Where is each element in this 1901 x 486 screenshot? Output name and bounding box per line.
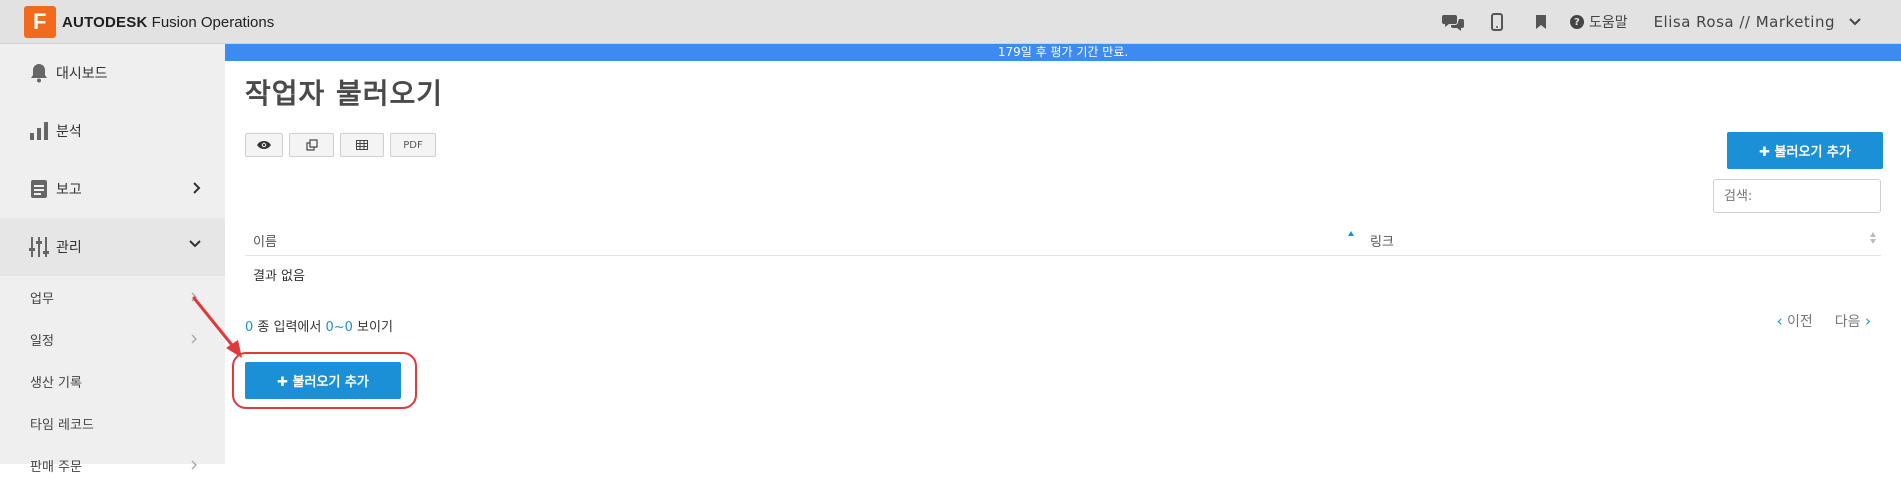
sort-asc-icon[interactable] (1347, 230, 1355, 238)
export-toolbar: PDF (245, 133, 442, 157)
bell-icon (28, 62, 50, 84)
csv-button[interactable] (340, 133, 384, 157)
annotation-arrow-icon (192, 296, 242, 358)
table-header: 이름 링크 (245, 222, 1881, 256)
data-table: 이름 링크 결과 없음 (245, 222, 1881, 290)
sidebar-subitem-production-records[interactable]: 생산 기록 (0, 360, 225, 402)
view-button[interactable] (245, 133, 283, 157)
pdf-button[interactable]: PDF (390, 133, 436, 157)
chevron-down-icon (189, 240, 201, 248)
brand-name: AUTODESK (62, 13, 148, 31)
prev-page-button[interactable]: ‹ 이전 (1777, 311, 1813, 331)
chevron-down-icon (1849, 18, 1861, 26)
table-info: 0 종 입력에서 0~0 보이기 (245, 320, 393, 335)
highlight-ring (232, 352, 417, 409)
table-row: 결과 없음 (245, 256, 1881, 290)
sidebar-item-dashboard[interactable]: 대시보드 (0, 44, 225, 102)
bar-chart-icon (28, 120, 50, 142)
search-input[interactable] (1713, 179, 1881, 213)
sidebar-item-manage[interactable]: 관리 (0, 218, 225, 276)
add-import-button-top[interactable]: ✚ 불러오기 추가 (1727, 132, 1883, 169)
empty-results-text: 결과 없음 (253, 269, 305, 284)
sort-icon[interactable] (1869, 230, 1877, 246)
copy-button[interactable] (289, 133, 334, 157)
sidebar-item-analysis[interactable]: 분석 (0, 102, 225, 160)
chevron-right-icon: › (1865, 312, 1871, 330)
brand[interactable]: F AUTODESK Fusion Operations (24, 6, 274, 38)
sidebar-subitem-time-records[interactable]: 타임 레코드 (0, 402, 225, 444)
top-bar: F AUTODESK Fusion Operations ? 도움말 Elisa… (0, 0, 1901, 44)
pagination: ‹ 이전 다음 › (1777, 311, 1871, 331)
document-icon (28, 178, 50, 200)
sliders-icon (28, 236, 50, 258)
chevron-right-icon (193, 182, 201, 194)
copy-icon (305, 139, 318, 151)
sidebar: 대시보드 분석 보고 관리 업무 일정 생산 기록 타임 레코드 판매 주문 (0, 44, 225, 475)
fusion-logo: F (24, 6, 56, 38)
product-name: Fusion Operations (151, 13, 275, 31)
chevron-right-icon (191, 460, 197, 470)
sidebar-subitem-sales-orders[interactable]: 판매 주문 (0, 444, 225, 486)
chevron-left-icon: ‹ (1776, 312, 1783, 330)
next-page-button[interactable]: 다음 › (1835, 311, 1871, 331)
user-menu[interactable]: Elisa Rosa // Marketing (1654, 13, 1861, 31)
help-link[interactable]: ? 도움말 (1569, 12, 1628, 32)
sidebar-item-reports[interactable]: 보고 (0, 160, 225, 218)
table-icon (356, 140, 368, 150)
trial-banner: 179일 후 평가 기간 만료. (225, 44, 1901, 61)
column-header-link[interactable]: 링크 (1370, 231, 1394, 250)
chat-icon[interactable] (1441, 11, 1464, 33)
bookmark-icon[interactable] (1530, 11, 1552, 33)
column-header-name[interactable]: 이름 (253, 231, 277, 250)
page-title: 작업자 불러오기 (245, 77, 444, 110)
eye-icon (257, 141, 271, 149)
question-icon: ? (1569, 15, 1584, 29)
mobile-icon[interactable] (1486, 11, 1508, 33)
